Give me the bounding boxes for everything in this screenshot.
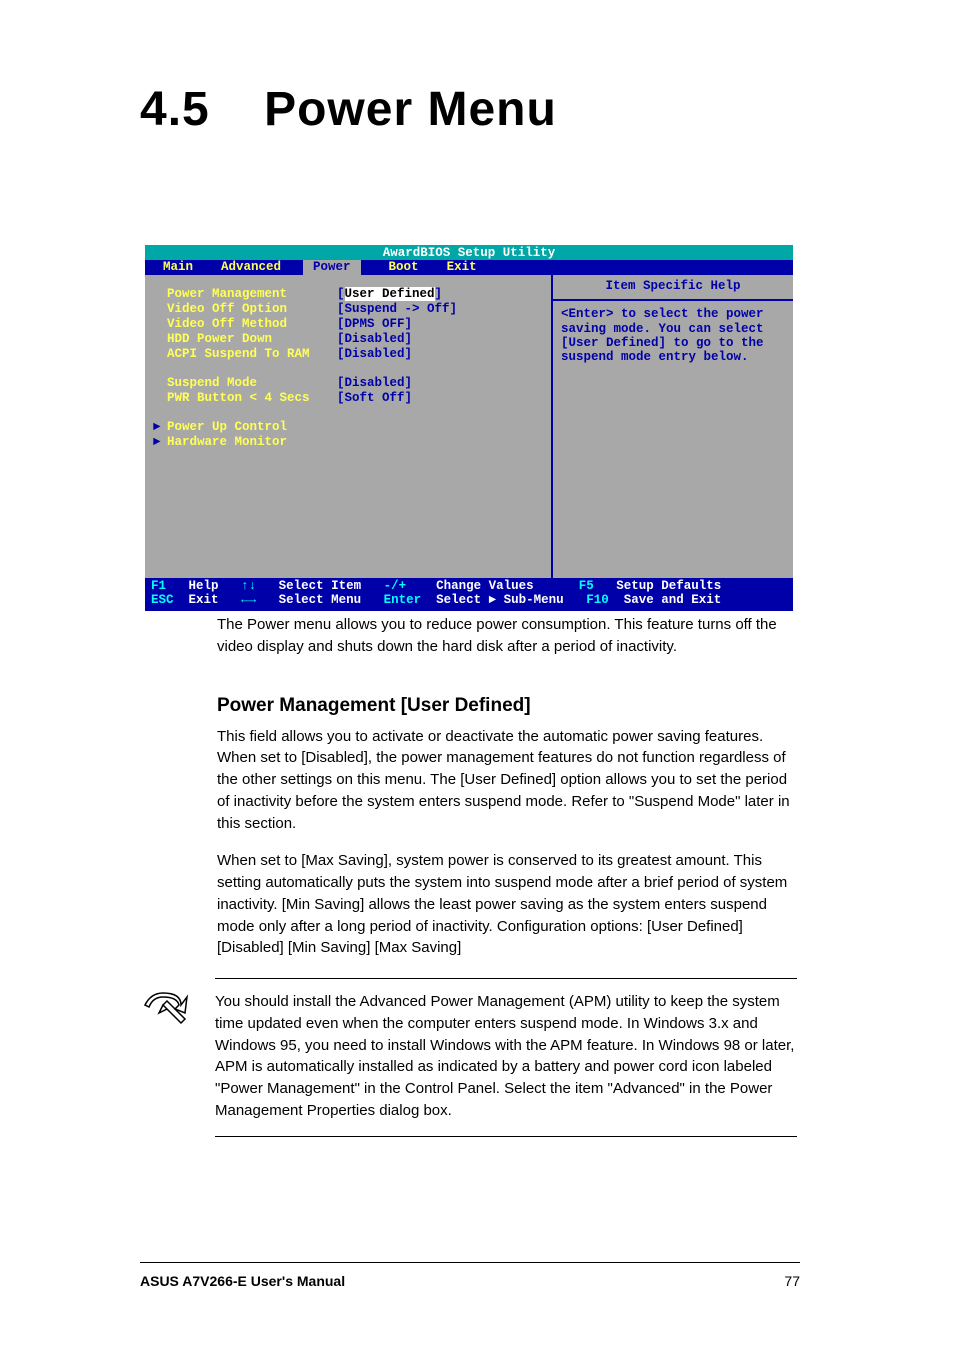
key-f10: F10: [586, 593, 609, 607]
bios-footer: F1 Help ↑↓ Select Item -/+ Change Values…: [145, 578, 793, 611]
bios-titlebar: AwardBIOS Setup Utility: [145, 245, 793, 260]
help-body: <Enter> to select the power saving mode.…: [561, 307, 785, 365]
key-leftright: ←→: [241, 593, 256, 607]
main-section: Power Management [User Defined] This fie…: [217, 692, 797, 975]
item-label: HDD Power Down: [167, 332, 337, 347]
spacer: [167, 362, 539, 376]
item-acpi-suspend[interactable]: ACPI Suspend To RAM [Disabled]: [167, 347, 539, 362]
item-video-off-option[interactable]: Video Off Option [Suspend -> Off]: [167, 302, 539, 317]
submenu-hardware-monitor[interactable]: ► Hardware Monitor: [167, 435, 539, 450]
save-exit-label: Save and Exit: [624, 593, 722, 607]
note-text: You should install the Advanced Power Ma…: [215, 991, 797, 1122]
select-item-label: Select Item: [279, 579, 362, 593]
footer-line1: F1 Help ↑↓ Select Item -/+ Change Values…: [151, 579, 787, 593]
help-divider: [553, 299, 793, 301]
select-submenu-label: Select ► Sub-Menu: [436, 593, 564, 607]
intro-paragraph: The Power menu allows you to reduce powe…: [217, 614, 797, 658]
bios-menubar: Main Advanced Power Boot Exit: [145, 260, 793, 274]
exit-label: Exit: [189, 593, 219, 607]
menu-advanced[interactable]: Advanced: [221, 260, 281, 274]
item-value: [Disabled]: [337, 376, 412, 391]
note-block: You should install the Advanced Power Ma…: [215, 978, 797, 1137]
submenu-arrow-icon: ►: [153, 420, 161, 434]
menu-power[interactable]: Power: [303, 260, 361, 274]
bios-body: Power Management [User Defined] Video Of…: [145, 275, 793, 578]
submenu-arrow-icon: ►: [153, 435, 161, 449]
menu-exit[interactable]: Exit: [447, 260, 477, 274]
page-footer: ASUS A7V266-E User's Manual 77: [140, 1262, 800, 1289]
item-power-management[interactable]: Power Management [User Defined]: [167, 287, 539, 302]
item-label: PWR Button < 4 Secs: [167, 391, 337, 406]
item-value: [Disabled]: [337, 347, 412, 362]
help-label: Help: [189, 579, 219, 593]
item-value: [Disabled]: [337, 332, 412, 347]
key-f5: F5: [579, 579, 594, 593]
section-paragraph-2: When set to [Max Saving], system power i…: [217, 850, 797, 959]
item-hdd-power-down[interactable]: HDD Power Down [Disabled]: [167, 332, 539, 347]
section-paragraph-1: This field allows you to activate or dea…: [217, 726, 797, 835]
heading-number: 4.5: [140, 83, 210, 136]
submenu-label: Power Up Control: [167, 420, 337, 435]
footer-page-number: 77: [784, 1273, 800, 1289]
note-pencil-icon: [141, 987, 191, 1027]
heading-title: Power Menu: [264, 83, 557, 136]
key-f1: F1: [151, 579, 166, 593]
help-title: Item Specific Help: [561, 279, 785, 297]
submenu-label: Hardware Monitor: [167, 435, 337, 450]
bios-left-panel: Power Management [User Defined] Video Of…: [145, 275, 551, 578]
footer-manual-title: ASUS A7V266-E User's Manual: [140, 1273, 345, 1289]
select-menu-label: Select Menu: [279, 593, 362, 607]
menu-boot[interactable]: Boot: [389, 260, 419, 274]
item-value: [User Defined]: [337, 287, 442, 302]
item-label: Video Off Method: [167, 317, 337, 332]
item-video-off-method[interactable]: Video Off Method [DPMS OFF]: [167, 317, 539, 332]
submenu-power-up-control[interactable]: ► Power Up Control: [167, 420, 539, 435]
key-esc: ESC: [151, 593, 174, 607]
page-heading: 4.5 Power Menu: [140, 82, 557, 137]
bios-help-panel: Item Specific Help <Enter> to select the…: [551, 275, 793, 578]
key-plusminus: -/+: [384, 579, 407, 593]
item-value: [Suspend -> Off]: [337, 302, 457, 317]
key-enter: Enter: [384, 593, 422, 607]
spacer: [167, 406, 539, 420]
menu-main[interactable]: Main: [163, 260, 193, 274]
key-updown: ↑↓: [241, 579, 256, 593]
change-values-label: Change Values: [436, 579, 534, 593]
footer-line2: ESC Exit ←→ Select Menu Enter Select ► S…: [151, 593, 787, 607]
item-value: [DPMS OFF]: [337, 317, 412, 332]
item-value: [Soft Off]: [337, 391, 412, 406]
item-pwr-button[interactable]: PWR Button < 4 Secs [Soft Off]: [167, 391, 539, 406]
section-heading: Power Management [User Defined]: [217, 692, 797, 720]
setup-defaults-label: Setup Defaults: [616, 579, 721, 593]
item-label: Suspend Mode: [167, 376, 337, 391]
bios-window: AwardBIOS Setup Utility Main Advanced Po…: [145, 245, 793, 611]
item-suspend-mode[interactable]: Suspend Mode [Disabled]: [167, 376, 539, 391]
item-label: Video Off Option: [167, 302, 337, 317]
item-label: Power Management: [167, 287, 337, 302]
item-label: ACPI Suspend To RAM: [167, 347, 337, 362]
